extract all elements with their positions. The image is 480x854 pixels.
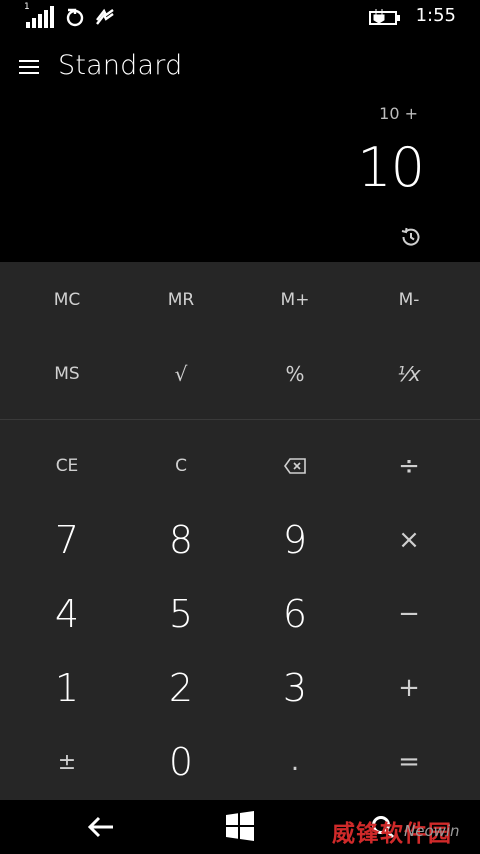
- digit-1-button[interactable]: 1: [10, 656, 124, 720]
- sync-icon: [66, 8, 84, 27]
- back-icon[interactable]: [86, 814, 116, 840]
- digit-0-button[interactable]: 0: [124, 730, 238, 794]
- keypad-divider: [0, 419, 480, 420]
- minus-button[interactable]: −: [352, 582, 466, 646]
- mc-button[interactable]: MC: [10, 268, 124, 332]
- signal-sim-label: 1: [24, 2, 30, 12]
- status-bar: 1 1:55: [0, 0, 480, 34]
- data-sync-icon: [96, 8, 114, 25]
- clear-button[interactable]: C: [124, 434, 238, 498]
- digit-9-button[interactable]: 9: [238, 508, 352, 572]
- m-minus-button[interactable]: M-: [352, 268, 466, 332]
- reciprocal-button[interactable]: ¹⁄x: [352, 342, 466, 406]
- digit-3-button[interactable]: 3: [238, 656, 352, 720]
- ce-button[interactable]: CE: [10, 434, 124, 498]
- result-display: 10: [357, 136, 425, 199]
- divide-button[interactable]: ÷: [352, 434, 466, 498]
- backspace-button[interactable]: [238, 434, 352, 498]
- decimal-button[interactable]: .: [238, 730, 352, 794]
- digit-8-button[interactable]: 8: [124, 508, 238, 572]
- sqrt-button[interactable]: √: [124, 342, 238, 406]
- windows-start-icon[interactable]: [224, 810, 256, 842]
- equals-button[interactable]: =: [352, 730, 466, 794]
- battery-charging-icon: [369, 9, 400, 25]
- ms-button[interactable]: MS: [10, 342, 124, 406]
- plus-button[interactable]: +: [352, 656, 466, 720]
- app-header: Standard: [0, 46, 480, 90]
- expression-display: 10 +: [379, 104, 418, 123]
- digit-7-button[interactable]: 7: [10, 508, 124, 572]
- digit-4-button[interactable]: 4: [10, 582, 124, 646]
- page-title: Standard: [58, 50, 183, 81]
- digit-2-button[interactable]: 2: [124, 656, 238, 720]
- signal-icon: 1: [24, 2, 54, 28]
- digit-5-button[interactable]: 5: [124, 582, 238, 646]
- keypad: MC MR M+ M- MS √ % ¹⁄x CE C ÷ 7 8 9 × 4 …: [0, 262, 480, 800]
- negate-button[interactable]: ±: [10, 730, 124, 794]
- backspace-icon: [284, 458, 306, 474]
- status-time: 1:55: [415, 5, 456, 26]
- hamburger-icon[interactable]: [19, 60, 39, 76]
- m-plus-button[interactable]: M+: [238, 268, 352, 332]
- history-icon[interactable]: [398, 224, 424, 250]
- watermark-brand: Neowin: [404, 822, 460, 840]
- percent-button[interactable]: %: [238, 342, 352, 406]
- mr-button[interactable]: MR: [124, 268, 238, 332]
- digit-6-button[interactable]: 6: [238, 582, 352, 646]
- multiply-button[interactable]: ×: [352, 508, 466, 572]
